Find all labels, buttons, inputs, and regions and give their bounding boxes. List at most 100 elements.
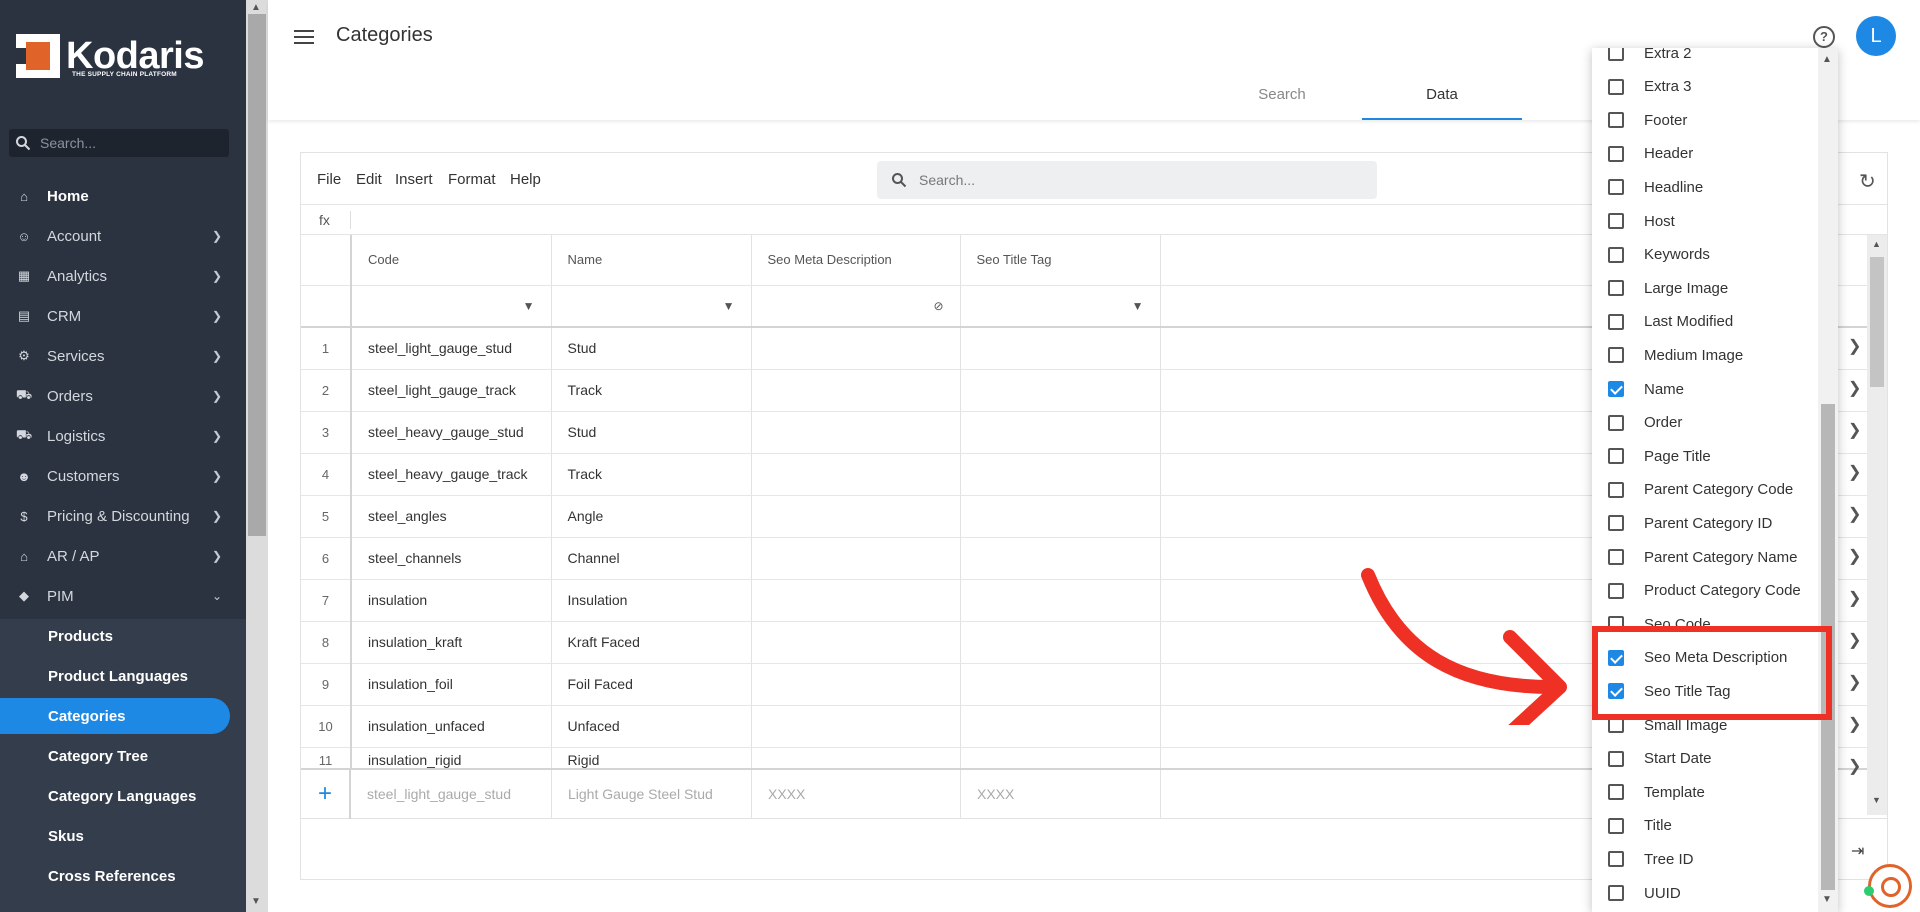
checkbox-unchecked[interactable] [1608, 48, 1624, 61]
column-header-name[interactable]: Name [551, 235, 752, 286]
menu-insert[interactable]: Insert [395, 171, 433, 188]
refresh-icon[interactable]: ↻ [1859, 169, 1876, 194]
sidebar-scrollbar[interactable]: ▲ ▼ [246, 0, 268, 912]
row-expand-icon[interactable]: ❯ [1848, 504, 1861, 524]
column-option-host[interactable]: Host [1592, 206, 1818, 236]
column-option-last-modified[interactable]: Last Modified [1592, 307, 1818, 337]
cell-code[interactable]: insulation_unfaced [351, 705, 552, 748]
scroll-up-icon[interactable]: ▲ [251, 2, 261, 13]
column-option-header[interactable]: Header [1592, 139, 1818, 169]
cell-code[interactable]: steel_light_gauge_stud [351, 327, 552, 370]
sidebar-item-skus[interactable]: Skus [0, 818, 230, 854]
cell-seo-title-tag[interactable] [960, 369, 1161, 412]
cell-seo-meta-description[interactable] [751, 705, 961, 748]
filter-off-icon[interactable]: ⊘ [933, 299, 943, 313]
cell-seo-meta-description[interactable] [751, 663, 961, 706]
cell-seo-title-tag[interactable] [960, 705, 1161, 748]
sidebar-item-logistics[interactable]: ⛟ Logistics ❯ [0, 418, 230, 454]
checkbox-unchecked[interactable] [1608, 885, 1624, 901]
menu-help[interactable]: Help [510, 171, 541, 188]
checkbox-unchecked[interactable] [1608, 515, 1624, 532]
cell-code[interactable]: steel_light_gauge_track [351, 369, 552, 412]
column-option-start-date[interactable]: Start Date [1592, 744, 1818, 774]
row-expand-icon[interactable]: ❯ [1848, 462, 1861, 482]
cell-seo-meta-description[interactable] [751, 621, 961, 664]
column-header-seo-title-tag[interactable]: Seo Title Tag [960, 235, 1161, 286]
checkbox-unchecked[interactable] [1608, 313, 1624, 330]
menu-file[interactable]: File [317, 171, 341, 188]
sidebar-item-account[interactable]: ☺ Account ❯ [0, 218, 230, 254]
cell-name[interactable]: Kraft Faced [551, 621, 752, 664]
column-option-medium-image[interactable]: Medium Image [1592, 340, 1818, 370]
checkbox-unchecked[interactable] [1608, 549, 1624, 565]
cell-seo-title-tag[interactable] [960, 411, 1161, 454]
row-expand-icon[interactable]: ❯ [1848, 420, 1861, 440]
sidebar-item-pim[interactable]: ◆ PIM ⌄ [0, 578, 230, 614]
cell-code[interactable]: steel_angles [351, 495, 552, 538]
checkbox-unchecked[interactable] [1608, 112, 1624, 129]
user-avatar[interactable]: L [1856, 16, 1896, 56]
checkbox-unchecked[interactable] [1608, 78, 1624, 95]
column-option-order[interactable]: Order [1592, 408, 1818, 438]
cell-code[interactable]: steel_heavy_gauge_track [351, 453, 552, 496]
scroll-up-icon[interactable]: ▲ [1822, 54, 1832, 65]
cell-seo-title-tag[interactable] [960, 579, 1161, 622]
tab-search[interactable]: Search [1202, 72, 1362, 120]
row-expand-icon[interactable]: ❯ [1848, 714, 1861, 734]
checkbox-unchecked[interactable] [1608, 784, 1624, 801]
grid-vertical-scrollbar[interactable]: ▲ ▼ [1867, 235, 1887, 815]
cell-name[interactable]: Foil Faced [551, 663, 752, 706]
cell-seo-title-tag[interactable] [960, 495, 1161, 538]
cell-name[interactable]: Track [551, 453, 752, 496]
filter-cell-seo-meta[interactable]: ⊘ [751, 285, 961, 328]
column-option-name[interactable]: Name [1592, 374, 1818, 404]
checkbox-unchecked[interactable] [1608, 179, 1624, 196]
cell-seo-meta-description[interactable] [751, 579, 961, 622]
checkbox-unchecked[interactable] [1608, 582, 1624, 599]
row-expand-icon[interactable]: ❯ [1848, 588, 1861, 608]
cell-name[interactable]: Unfaced [551, 705, 752, 748]
menu-format[interactable]: Format [448, 171, 496, 188]
checkbox-unchecked[interactable] [1608, 481, 1624, 498]
row-expand-icon[interactable]: ❯ [1848, 546, 1861, 566]
checkbox-checked[interactable] [1608, 381, 1624, 397]
sidebar-item-pricing[interactable]: $ Pricing & Discounting ❯ [0, 498, 230, 534]
cell-name[interactable]: Stud [551, 327, 752, 370]
cell-seo-meta-description[interactable] [751, 495, 961, 538]
checkbox-unchecked[interactable] [1608, 414, 1624, 431]
cell-code[interactable]: insulation_kraft [351, 621, 552, 664]
sidebar-item-ar-ap[interactable]: ⌂ AR / AP ❯ [0, 538, 230, 574]
cell-seo-title-tag[interactable] [960, 663, 1161, 706]
row-expand-icon[interactable]: ❯ [1848, 630, 1861, 650]
last-page-icon[interactable]: ⇥ [1851, 841, 1864, 861]
chat-support-icon[interactable] [1868, 864, 1912, 908]
cell-code[interactable]: steel_heavy_gauge_stud [351, 411, 552, 454]
sidebar-item-products[interactable]: Products [0, 618, 230, 654]
checkbox-unchecked[interactable] [1608, 817, 1624, 834]
row-expand-icon[interactable]: ❯ [1848, 756, 1861, 776]
hamburger-menu-icon[interactable] [294, 30, 314, 44]
row-expand-icon[interactable]: ❯ [1848, 336, 1861, 356]
filter-icon[interactable]: ▼ [1132, 299, 1144, 313]
help-icon[interactable]: ? [1813, 26, 1835, 48]
column-option-parent-category-code[interactable]: Parent Category Code [1592, 475, 1818, 505]
cell-seo-title-tag[interactable] [960, 621, 1161, 664]
column-option-page-title[interactable]: Page Title [1592, 441, 1818, 471]
cell-name[interactable]: Stud [551, 411, 752, 454]
grid-search-input[interactable]: Search... [877, 161, 1377, 199]
checkbox-unchecked[interactable] [1608, 448, 1624, 465]
cell-name[interactable]: Angle [551, 495, 752, 538]
sidebar-item-home[interactable]: ⌂ Home [0, 178, 230, 214]
column-option-uuid[interactable]: UUID [1592, 878, 1818, 908]
sidebar-item-crm[interactable]: ▤ CRM ❯ [0, 298, 230, 334]
cell-seo-title-tag[interactable] [960, 453, 1161, 496]
checkbox-unchecked[interactable] [1608, 280, 1624, 297]
column-option-extra-2[interactable]: Extra 2 [1592, 48, 1818, 68]
row-expand-icon[interactable]: ❯ [1848, 672, 1861, 692]
filter-cell-code[interactable]: ▼ [351, 285, 552, 328]
column-option-large-image[interactable]: Large Image [1592, 273, 1818, 303]
column-header-code[interactable]: Code [351, 235, 552, 286]
menu-edit[interactable]: Edit [356, 171, 382, 188]
new-row-seo-meta[interactable]: XXXX [752, 770, 961, 819]
new-row-seo-title[interactable]: XXXX [961, 770, 1161, 819]
